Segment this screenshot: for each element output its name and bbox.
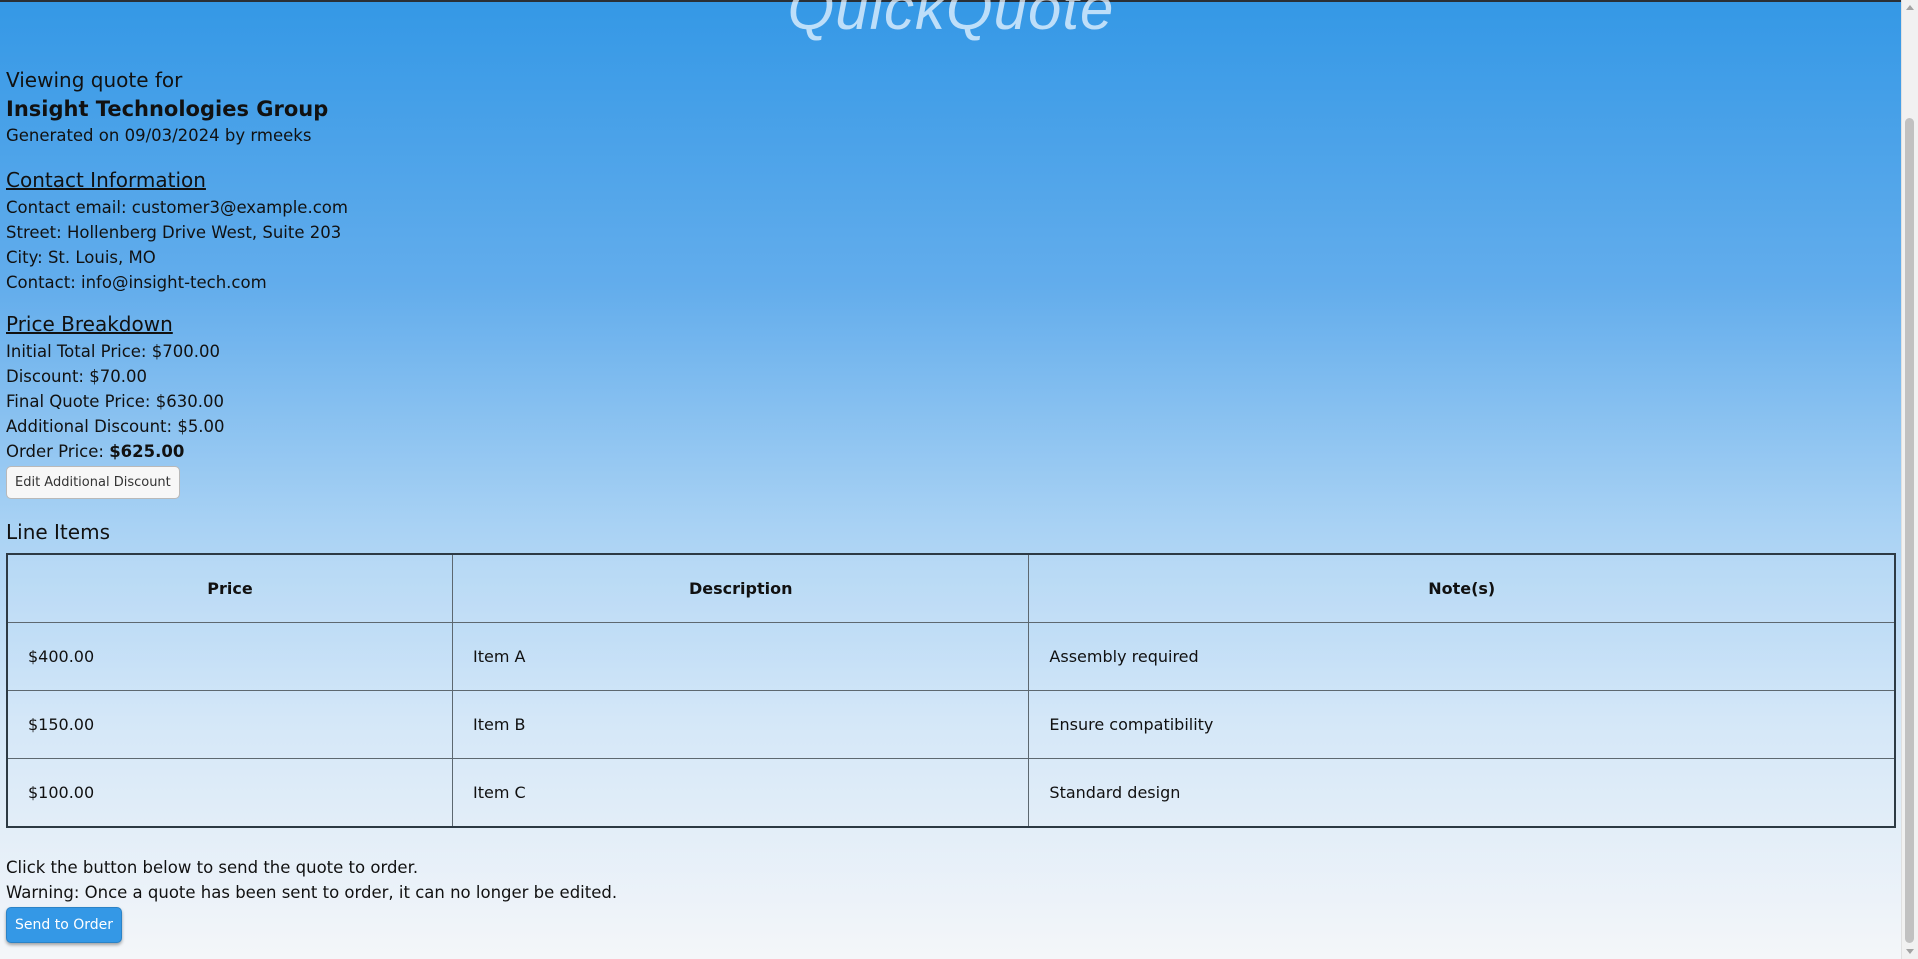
send-warning: Warning: Once a quote has been sent to o… [6, 883, 618, 902]
company-name: Insight Technologies Group [6, 97, 329, 121]
header-notes: Note(s) [1028, 554, 1896, 623]
line-items-table: Price Description Note(s) $400.00 Item A… [6, 553, 1896, 828]
scrollbar-thumb[interactable] [1905, 118, 1914, 943]
table-header-row: Price Description Note(s) [7, 554, 1896, 623]
scroll-down-arrow-icon[interactable] [1906, 949, 1914, 954]
contact-info: Contact: info@insight-tech.com [6, 273, 267, 292]
quote-content: Viewing quote for Insight Technologies G… [6, 66, 1896, 943]
viewing-label: Viewing quote for [6, 68, 183, 92]
cell-note: Ensure compatibility [1028, 690, 1896, 759]
additional-discount: Additional Discount: $5.00 [6, 417, 225, 436]
table-row: $100.00 Item C Standard design [7, 758, 1896, 828]
final-quote-price: Final Quote Price: $630.00 [6, 392, 224, 411]
header-price: Price [7, 554, 454, 623]
header-description: Description [452, 554, 1030, 623]
initial-total-price: Initial Total Price: $700.00 [6, 342, 220, 361]
app-brand-title: QuickQuote [787, 0, 1115, 42]
edit-additional-discount-button[interactable]: Edit Additional Discount [6, 466, 180, 499]
discount: Discount: $70.00 [6, 367, 147, 386]
table-row: $400.00 Item A Assembly required [7, 622, 1896, 691]
page: QuickQuote Viewing quote for Insight Tec… [0, 0, 1902, 959]
cell-price: $400.00 [7, 622, 454, 691]
cell-price: $100.00 [7, 758, 454, 828]
contact-city: City: St. Louis, MO [6, 248, 156, 267]
order-price-label: Order Price: [6, 442, 110, 461]
cell-description: Item C [452, 758, 1030, 828]
order-price: Order Price: $625.00 [6, 439, 1896, 464]
table-row: $150.00 Item B Ensure compatibility [7, 690, 1896, 759]
cell-price: $150.00 [7, 690, 454, 759]
contact-email: Contact email: customer3@example.com [6, 198, 348, 217]
contact-section-title: Contact Information [6, 168, 206, 192]
price-section-title: Price Breakdown [6, 312, 173, 336]
vertical-scrollbar[interactable] [1901, 0, 1918, 959]
send-to-order-button[interactable]: Send to Order [6, 907, 122, 943]
order-price-value: $625.00 [109, 442, 185, 461]
contact-street: Street: Hollenberg Drive West, Suite 203 [6, 223, 342, 242]
cell-note: Standard design [1028, 758, 1896, 828]
cell-description: Item B [452, 690, 1030, 759]
cell-description: Item A [452, 622, 1030, 691]
cell-note: Assembly required [1028, 622, 1896, 691]
generated-info: Generated on 09/03/2024 by rmeeks [6, 126, 312, 145]
send-instruction: Click the button below to send the quote… [6, 858, 419, 877]
line-items-title: Line Items [6, 520, 110, 544]
scroll-up-arrow-icon[interactable] [1906, 5, 1914, 10]
